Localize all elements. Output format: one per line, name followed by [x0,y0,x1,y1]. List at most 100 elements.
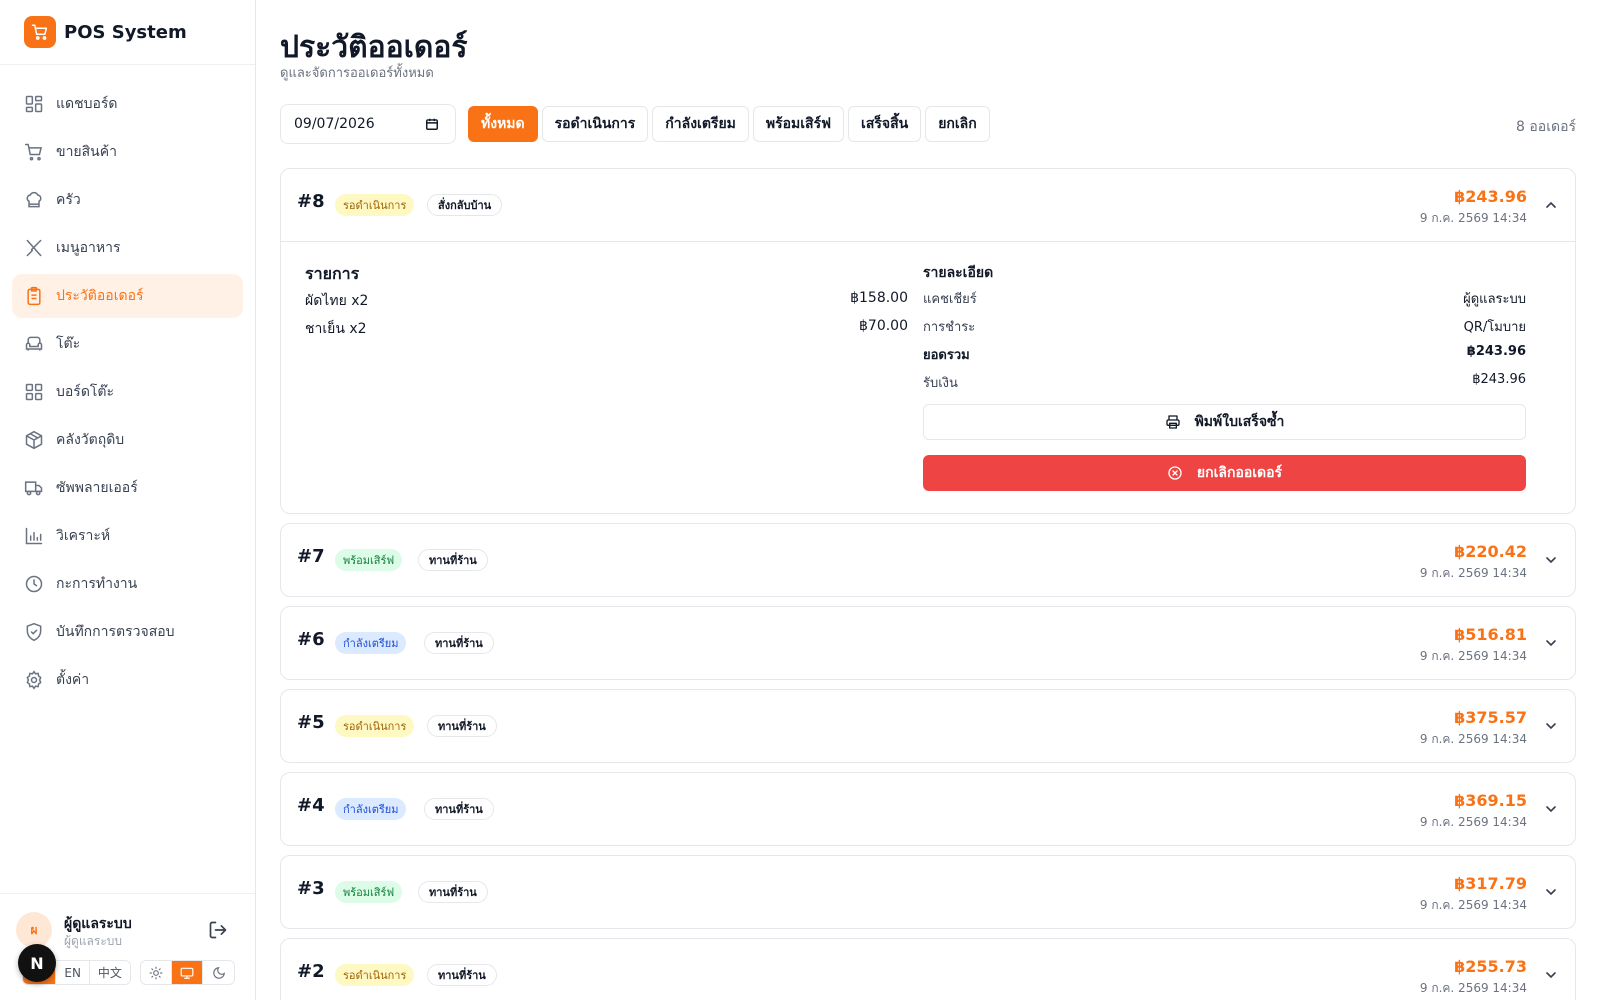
utensils-icon [24,238,44,258]
chevron-down-icon[interactable] [1543,718,1559,734]
sidebar-item-label: ครัว [56,192,81,208]
filter-cancelled[interactable]: ยกเลิก [925,106,990,142]
clipboard-icon [24,286,44,306]
detail-row-total: ยอดรวม ฿243.96 [923,344,1526,365]
printer-icon [1165,415,1180,429]
order-header[interactable]: #8 รอดำเนินการ สั่งกลับบ้าน ฿243.96 9 ก.… [281,169,1575,241]
list-item: ชาเย็น x2 ฿70.00 [305,318,908,340]
logout-icon[interactable] [208,920,230,942]
order-type-badge: ทานที่ร้าน [424,798,494,820]
status-badge: กำลังเตรียม [335,798,407,820]
order-header[interactable]: #2 รอดำเนินการ ทานที่ร้าน ฿255.73 9 ก.ค.… [281,939,1575,1000]
order-time: 9 ก.ค. 2569 14:34 [1419,566,1527,580]
order-total: ฿317.79 [1454,874,1527,893]
order-header[interactable]: #6 กำลังเตรียม ทานที่ร้าน ฿516.81 9 ก.ค.… [281,607,1575,679]
sidebar-item-shifts[interactable]: กะการทำงาน [12,562,243,606]
sidebar-item-settings[interactable]: ตั้งค่า [12,658,243,702]
detail-row: รับเงิน ฿243.96 [923,372,1526,393]
order-card: #3 พร้อมเสิร์ฟ ทานที่ร้าน ฿317.79 9 ก.ค.… [280,855,1576,929]
calendar-icon[interactable] [425,117,439,131]
detail-value: QR/โมบาย [1463,320,1526,335]
cart-icon [24,142,44,162]
chevron-down-icon[interactable] [1543,552,1559,568]
item-name: ชาเย็น x2 [305,321,367,337]
order-header[interactable]: #7 พร้อมเสิร์ฟ ทานที่ร้าน ฿220.42 9 ก.ค.… [281,524,1575,596]
order-number: #6 [297,629,325,650]
reprint-label: พิมพ์ใบเสร็จซ้ำ [1194,414,1285,430]
sidebar-item-order-history[interactable]: ประวัติออเดอร์ [12,274,243,318]
order-header[interactable]: #3 พร้อมเสิร์ฟ ทานที่ร้าน ฿317.79 9 ก.ค.… [281,856,1575,928]
order-header[interactable]: #5 รอดำเนินการ ทานที่ร้าน ฿375.57 9 ก.ค.… [281,690,1575,762]
lang-en-button[interactable]: EN [56,961,90,984]
monitor-icon[interactable] [172,961,203,984]
brand[interactable]: POS System [0,0,255,65]
filter-completed[interactable]: เสร็จสิ้น [848,106,922,142]
sidebar-item-label: บอร์ดโต๊ะ [56,384,115,400]
chevron-down-icon[interactable] [1543,801,1559,817]
filter-ready[interactable]: พร้อมเสิร์ฟ [752,106,845,142]
cancel-order-button[interactable]: ยกเลิกออเดอร์ [923,455,1526,491]
chevron-down-icon[interactable] [1543,884,1559,900]
sidebar-item-audit-log[interactable]: บันทึกการตรวจสอบ [12,610,243,654]
item-amount: ฿158.00 [850,290,908,306]
date-picker[interactable]: 09/07/2026 [280,104,456,144]
order-count: 8 ออเดอร์ [1516,119,1576,135]
detail-value: ผู้ดูแลระบบ [1463,292,1526,307]
filter-pending[interactable]: รอดำเนินการ [541,106,649,142]
order-details: รายการ ผัดไทย x2 ฿158.00 ชาเย็น x2 ฿70.0… [281,241,1575,513]
order-card: #8 รอดำเนินการ สั่งกลับบ้าน ฿243.96 9 ก.… [280,168,1576,514]
order-total: ฿369.15 [1454,791,1527,810]
armchair-icon [24,334,44,354]
sidebar-item-kitchen[interactable]: ครัว [12,178,243,222]
order-card: #2 รอดำเนินการ ทานที่ร้าน ฿255.73 9 ก.ค.… [280,938,1576,1000]
sidebar-item-menu[interactable]: เมนูอาหาร [12,226,243,270]
dashboard-icon [24,94,44,114]
order-header[interactable]: #4 กำลังเตรียม ทานที่ร้าน ฿369.15 9 ก.ค.… [281,773,1575,845]
order-card: #7 พร้อมเสิร์ฟ ทานที่ร้าน ฿220.42 9 ก.ค.… [280,523,1576,597]
sidebar-item-label: วิเคราะห์ [56,528,111,544]
package-icon [24,430,44,450]
clock-icon [24,574,44,594]
sidebar-item-label: กะการทำงาน [56,576,138,592]
order-total: ฿375.57 [1454,708,1527,727]
avatar: ผ [16,912,52,948]
filter-bar: 09/07/2026 ทั้งหมด รอดำเนินการ กำลังเตรี… [280,104,1576,144]
order-time: 9 ก.ค. 2569 14:34 [1419,898,1527,912]
detail-label: รับเงิน [923,376,958,391]
status-badge: รอดำเนินการ [335,194,415,216]
chevron-down-icon[interactable] [1543,635,1559,651]
sidebar-item-label: ตั้งค่า [56,672,90,688]
page-subtitle: ดูและจัดการออเดอร์ทั้งหมด [280,66,434,81]
order-time: 9 ก.ค. 2569 14:34 [1419,732,1527,746]
user-role: ผู้ดูแลระบบ [64,934,123,948]
sidebar-item-suppliers[interactable]: ซัพพลายเออร์ [12,466,243,510]
order-type-badge: ทานที่ร้าน [427,715,497,737]
chevron-down-icon[interactable] [1543,967,1559,983]
reprint-receipt-button[interactable]: พิมพ์ใบเสร็จซ้ำ [923,404,1526,440]
sidebar-item-sales[interactable]: ขายสินค้า [12,130,243,174]
theme-switcher [140,960,235,985]
order-total: ฿255.73 [1454,957,1527,976]
order-card: #6 กำลังเตรียม ทานที่ร้าน ฿516.81 9 ก.ค.… [280,606,1576,680]
sidebar-item-label: ประวัติออเดอร์ [56,288,144,304]
sun-icon[interactable] [141,961,172,984]
order-type-badge: สั่งกลับบ้าน [427,194,503,216]
sidebar-item-label: เมนูอาหาร [56,240,121,256]
order-number: #7 [297,546,325,567]
sidebar-item-inventory[interactable]: คลังวัตถุดิบ [12,418,243,462]
chevron-up-icon[interactable] [1543,197,1559,213]
order-number: #4 [297,795,325,816]
filter-all[interactable]: ทั้งหมด [468,106,538,142]
sidebar-item-table-board[interactable]: บอร์ดโต๊ะ [12,370,243,414]
lang-zh-button[interactable]: 中文 [90,961,130,984]
floating-assistant-button[interactable]: N [18,944,56,982]
sidebar-item-analytics[interactable]: วิเคราะห์ [12,514,243,558]
sidebar-item-label: บันทึกการตรวจสอบ [56,624,175,640]
sidebar-item-tables[interactable]: โต๊ะ [12,322,243,366]
main-content: ประวัติออเดอร์ ดูและจัดการออเดอร์ทั้งหมด… [256,0,1600,1000]
moon-icon[interactable] [203,961,234,984]
sidebar-item-dashboard[interactable]: แดชบอร์ด [12,82,243,126]
status-badge: รอดำเนินการ [335,715,415,737]
sidebar-item-label: โต๊ะ [56,336,81,352]
filter-preparing[interactable]: กำลังเตรียม [652,106,749,142]
